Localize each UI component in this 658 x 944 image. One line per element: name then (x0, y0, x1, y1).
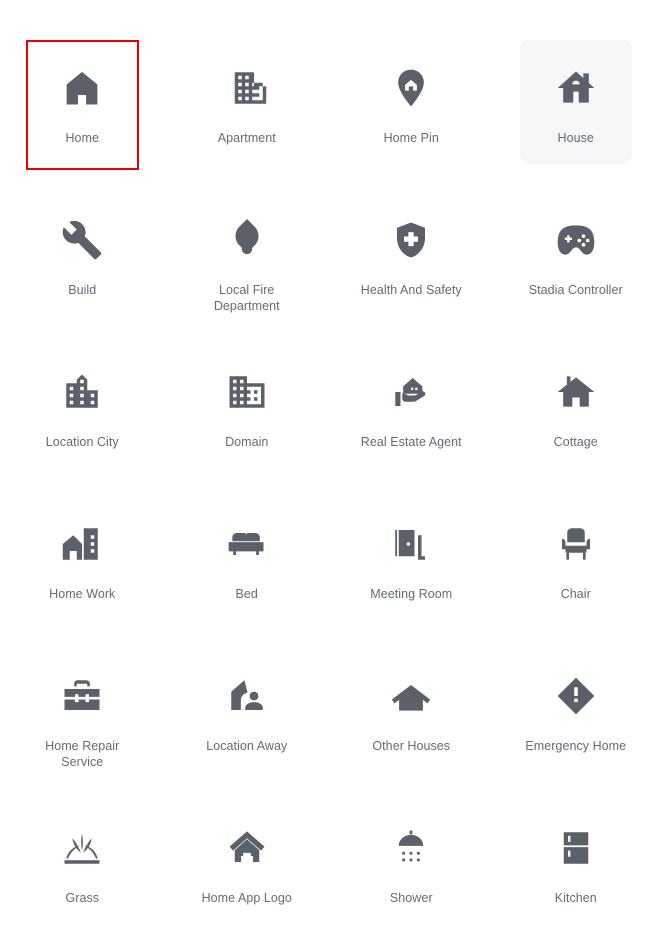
icon-grid: Home Apartment Home Pin House Build Local Fir… (0, 0, 658, 930)
icon-cell-inner[interactable]: House (519, 40, 632, 164)
icon-cell-inner[interactable]: Shower (355, 800, 468, 930)
icon-cell-inner[interactable]: Grass (26, 800, 139, 930)
home-work-icon (58, 520, 106, 568)
icon-label: Home (65, 131, 100, 145)
health-and-safety-icon (387, 216, 435, 264)
icon-cell-inner[interactable]: Local Fire Department (190, 192, 303, 322)
icon-label: Home App Logo (201, 891, 292, 905)
shower-icon (387, 824, 435, 872)
icon-cell-home-repair-service[interactable]: Home Repair Service (0, 626, 165, 778)
icon-cell-inner[interactable]: Meeting Room (355, 496, 468, 626)
icon-cell-other-houses[interactable]: Other Houses (329, 626, 494, 778)
icon-cell-local-fire-department[interactable]: Local Fire Department (165, 170, 330, 322)
icon-cell-bed[interactable]: Bed (165, 474, 330, 626)
icon-cell-inner[interactable]: Home Pin (355, 40, 468, 170)
domain-icon (223, 368, 271, 416)
icon-cell-grass[interactable]: Grass (0, 778, 165, 930)
chair-icon (552, 520, 600, 568)
icon-cell-apartment[interactable]: Apartment (165, 18, 330, 170)
icon-cell-meeting-room[interactable]: Meeting Room (329, 474, 494, 626)
icon-label: Home Pin (383, 131, 439, 145)
icon-label: Home Repair Service (45, 739, 120, 769)
house-icon (552, 64, 600, 112)
icon-cell-inner[interactable]: Chair (519, 496, 632, 626)
home-app-logo-icon (223, 824, 271, 872)
icon-label: Stadia Controller (528, 283, 623, 297)
bed-icon (223, 520, 271, 568)
icon-cell-kitchen[interactable]: Kitchen (494, 778, 658, 930)
kitchen-icon (552, 824, 600, 872)
icon-cell-house[interactable]: House (494, 18, 658, 170)
icon-cell-inner[interactable]: Health And Safety (355, 192, 468, 322)
home-pin-icon (387, 64, 435, 112)
icon-cell-health-and-safety[interactable]: Health And Safety (329, 170, 494, 322)
grass-icon (58, 824, 106, 872)
icon-cell-inner[interactable]: Bed (190, 496, 303, 626)
icon-cell-chair[interactable]: Chair (494, 474, 658, 626)
icon-label: House (557, 131, 594, 145)
icon-cell-home[interactable]: Home (0, 18, 165, 170)
icon-label: Local Fire Department (213, 283, 280, 313)
icon-label: Other Houses (372, 739, 451, 753)
icon-label: Shower (389, 891, 433, 905)
icon-cell-cottage[interactable]: Cottage (494, 322, 658, 474)
icon-label: Location Away (206, 739, 288, 753)
icon-cell-inner[interactable]: Kitchen (519, 800, 632, 930)
icon-cell-inner[interactable]: Location City (26, 344, 139, 474)
home-repair-service-icon (58, 672, 106, 720)
icon-label: Location City (45, 435, 119, 449)
home-icon (58, 64, 106, 112)
icon-cell-inner[interactable]: Apartment (190, 40, 303, 170)
icon-cell-inner[interactable]: Other Houses (355, 648, 468, 778)
icon-cell-inner[interactable]: Location Away (190, 648, 303, 778)
meeting-room-icon (387, 520, 435, 568)
real-estate-agent-icon (387, 368, 435, 416)
stadia-controller-icon (552, 216, 600, 264)
icon-label: Chair (560, 587, 591, 601)
other-houses-icon (387, 672, 435, 720)
icon-cell-inner[interactable]: Emergency Home (519, 648, 632, 778)
emergency-home-icon (552, 672, 600, 720)
icon-label: Cottage (553, 435, 598, 449)
icon-label: Grass (65, 891, 100, 905)
icon-label: Bed (235, 587, 258, 601)
icon-cell-inner[interactable]: Home Work (26, 496, 139, 626)
icon-label: Apartment (217, 131, 276, 145)
icon-cell-location-away[interactable]: Location Away (165, 626, 330, 778)
location-away-icon (223, 672, 271, 720)
icon-cell-stadia-controller[interactable]: Stadia Controller (494, 170, 658, 322)
icon-cell-inner[interactable]: Build (26, 192, 139, 322)
icon-label: Build (68, 283, 97, 297)
apartment-icon (223, 64, 271, 112)
icon-cell-domain[interactable]: Domain (165, 322, 330, 474)
icon-cell-emergency-home[interactable]: Emergency Home (494, 626, 658, 778)
icon-cell-real-estate-agent[interactable]: Real Estate Agent (329, 322, 494, 474)
icon-label: Health And Safety (360, 283, 462, 297)
icon-cell-home-pin[interactable]: Home Pin (329, 18, 494, 170)
icon-cell-inner[interactable]: Home App Logo (190, 800, 303, 930)
icon-label: Home Work (49, 587, 116, 601)
icon-label: Emergency Home (525, 739, 627, 753)
icon-label: Kitchen (554, 891, 597, 905)
icon-cell-home-work[interactable]: Home Work (0, 474, 165, 626)
location-city-icon (58, 368, 106, 416)
wrench-build-icon (58, 216, 106, 264)
icon-cell-inner[interactable]: Cottage (519, 344, 632, 474)
icon-cell-location-city[interactable]: Location City (0, 322, 165, 474)
icon-label: Real Estate Agent (360, 435, 462, 449)
icon-cell-build[interactable]: Build (0, 170, 165, 322)
icon-cell-inner[interactable]: Real Estate Agent (355, 344, 468, 474)
icon-cell-home-app-logo[interactable]: Home App Logo (165, 778, 330, 930)
icon-cell-inner[interactable]: Home Repair Service (26, 648, 139, 778)
icon-cell-inner[interactable]: Home (25, 40, 139, 170)
icon-cell-shower[interactable]: Shower (329, 778, 494, 930)
cottage-icon (552, 368, 600, 416)
local-fire-department-icon (223, 216, 271, 264)
icon-cell-inner[interactable]: Domain (190, 344, 303, 474)
icon-label: Domain (225, 435, 269, 449)
icon-cell-inner[interactable]: Stadia Controller (519, 192, 632, 322)
icon-label: Meeting Room (370, 587, 453, 601)
